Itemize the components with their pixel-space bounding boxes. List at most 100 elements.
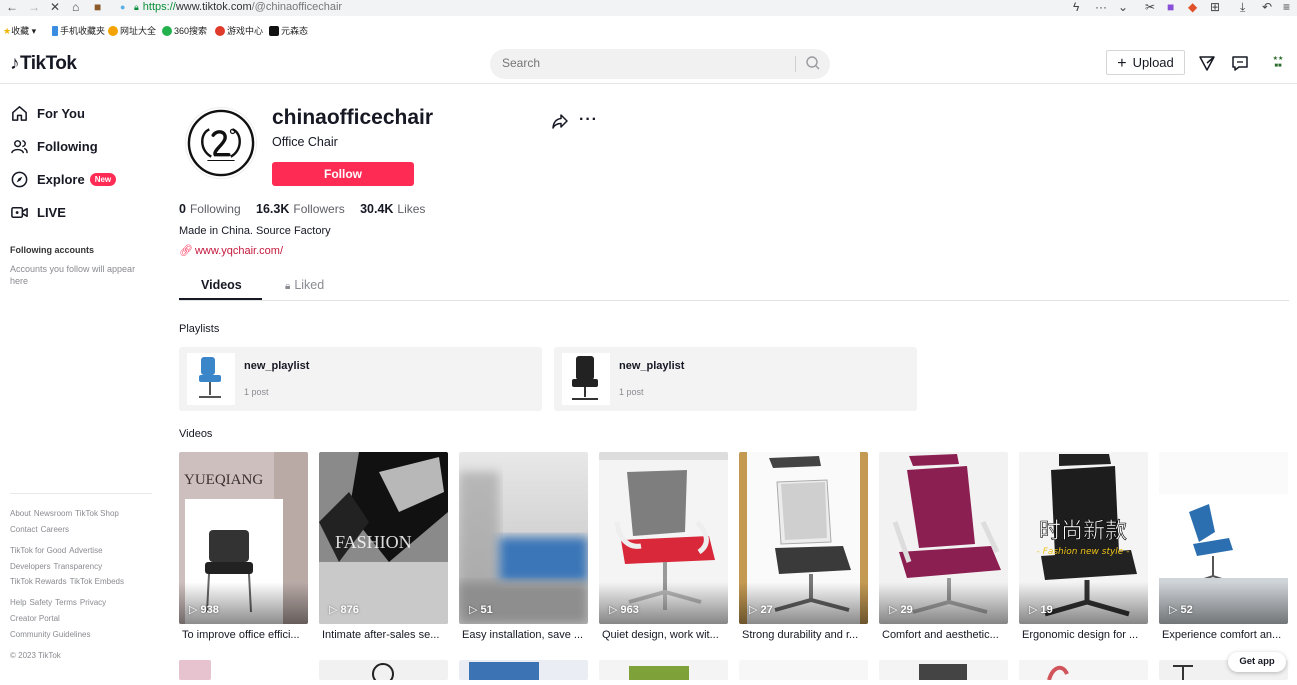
play-icon: ▷ (1169, 604, 1181, 616)
playlist-card[interactable]: new_playlist 1 post (554, 347, 917, 411)
sidebar-item-following[interactable]: Following (10, 135, 98, 157)
get-app-button[interactable]: Get app (1228, 652, 1286, 672)
footer-link-terms[interactable]: Terms (55, 598, 77, 607)
svg-text:YUEQIANG: YUEQIANG (184, 472, 263, 488)
upload-button[interactable]: + Upload (1106, 50, 1185, 75)
address-bar[interactable]: 🔒︎ https://www.tiktok.com/@chinaofficecha… (134, 0, 342, 14)
sidebar-item-live[interactable]: LIVE (10, 201, 66, 223)
playlist-card[interactable]: new_playlist 1 post (179, 347, 542, 411)
video-card-partial[interactable] (599, 660, 728, 680)
video-views: ▷ 51 (469, 603, 493, 616)
footer-link-tiktok-for-good[interactable]: TikTok for Good (10, 546, 66, 555)
video-card[interactable]: ▷ 51 (459, 452, 588, 624)
video-card[interactable]: YUEQIANG ▷ 938 (179, 452, 308, 624)
footer-link-tiktok-shop[interactable]: TikTok Shop (75, 509, 119, 518)
forward-icon[interactable]: → (28, 0, 40, 14)
video-caption[interactable]: Ergonomic design for ... (1022, 629, 1146, 641)
footer-link-privacy[interactable]: Privacy (80, 598, 106, 607)
video-card[interactable]: FASHION ▷ 876 (319, 452, 448, 624)
footer-link-developers[interactable]: Developers (10, 562, 50, 571)
tab-liked[interactable]: 🔒︎ Liked (285, 278, 324, 292)
footer-link-creator-portal[interactable]: Creator Portal (10, 614, 60, 623)
video-card-partial[interactable] (459, 660, 588, 680)
search-icon[interactable] (805, 55, 821, 71)
undo-icon[interactable]: ↶ (1262, 0, 1272, 14)
video-caption[interactable]: Easy installation, save ... (462, 629, 586, 641)
hamburger-icon[interactable]: ≡ (1283, 0, 1290, 14)
video-card-partial[interactable] (179, 660, 211, 680)
video-caption[interactable]: Intimate after-sales se... (322, 629, 446, 641)
footer-link-about[interactable]: About (10, 509, 31, 518)
messages-icon[interactable] (1231, 54, 1249, 72)
followers-stat-label[interactable]: Followers (293, 202, 344, 216)
stop-icon[interactable]: ✕ (50, 0, 60, 14)
following-stat-label[interactable]: Following (190, 202, 241, 216)
footer-link-transparency[interactable]: Transparency (53, 562, 102, 571)
video-card-partial[interactable] (1019, 660, 1148, 681)
playlist-thumbnail (562, 353, 610, 405)
video-card-partial[interactable] (879, 660, 1008, 680)
sidebar-item-for-you[interactable]: For You (10, 102, 85, 124)
profile-avatar[interactable]: ★★ ■■ (1267, 56, 1289, 70)
views-count: 963 (620, 604, 639, 616)
profile-bio: Made in China. Source Factory (179, 225, 331, 237)
bookmark-favorites[interactable]: ★收藏 ▾ (3, 24, 36, 37)
tiktok-small-icon (269, 26, 279, 36)
footer-row: About Newsroom TikTok Shop (10, 509, 122, 518)
playlist-name: new_playlist (244, 360, 310, 372)
video-thumbnail (459, 452, 588, 624)
scissors-icon[interactable]: ✂ (1145, 0, 1155, 14)
game-icon[interactable]: ◆ (1188, 0, 1197, 14)
footer-link-advertise[interactable]: Advertise (69, 546, 102, 555)
apps-icon[interactable]: ⊞ (1210, 0, 1220, 14)
search-input[interactable] (502, 56, 782, 70)
footer-link-tiktok-embeds[interactable]: TikTok Embeds (70, 577, 124, 586)
video-card[interactable]: 时尚新款 - Fashion new style - ▷ 19 (1019, 452, 1148, 624)
bookmark-mobile[interactable]: 手机收藏夹 (52, 24, 105, 37)
footer-link-careers[interactable]: Careers (41, 525, 69, 534)
video-thumbnail (599, 452, 728, 624)
profile-avatar-large[interactable] (185, 107, 257, 179)
bookmark-sites[interactable]: 网址大全 (108, 24, 156, 37)
footer-link-tiktok-rewards[interactable]: TikTok Rewards (10, 577, 67, 586)
bookmark-games[interactable]: 游戏中心 (215, 24, 263, 37)
footer-link-contact[interactable]: Contact (10, 525, 38, 534)
home-browser-icon[interactable]: ⌂ (72, 0, 79, 14)
footer-link-community-guidelines[interactable]: Community Guidelines (10, 630, 90, 639)
briefcase-icon[interactable]: ■ (94, 0, 101, 14)
video-card[interactable]: ▷ 52 (1159, 452, 1288, 624)
video-caption[interactable]: Quiet design, work wit... (602, 629, 726, 641)
footer-row: TikTok Rewards TikTok Embeds (10, 577, 127, 586)
share-icon[interactable] (551, 112, 569, 130)
lightning-icon[interactable]: ϟ (1073, 0, 1079, 14)
footer-link-safety[interactable]: Safety (29, 598, 52, 607)
sidebar-item-explore[interactable]: Explore New (10, 168, 117, 190)
menu-dots-icon[interactable]: ··· (1095, 0, 1107, 14)
follow-button[interactable]: Follow (272, 162, 414, 186)
video-card[interactable]: ▷ 27 (739, 452, 868, 624)
video-card[interactable]: ▷ 29 (879, 452, 1008, 624)
video-card-partial[interactable] (739, 660, 868, 680)
video-card[interactable]: ▷ 963 (599, 452, 728, 624)
bookmark-360search[interactable]: 360搜索 (162, 24, 207, 37)
more-options-icon[interactable]: ··· (579, 111, 598, 129)
video-card-partial[interactable] (319, 660, 448, 685)
url-path: /@chinaofficechair (251, 1, 343, 13)
site-info-icon[interactable]: ● (120, 0, 125, 14)
download-icon[interactable]: ⤓ (1240, 0, 1245, 14)
bookmark-yuansentai[interactable]: 元森态 (269, 24, 308, 37)
inbox-filter-icon[interactable] (1198, 54, 1216, 72)
video-caption[interactable]: Comfort and aesthetic... (882, 629, 1006, 641)
video-caption[interactable]: Strong durability and r... (742, 629, 866, 641)
back-icon[interactable]: ← (6, 0, 18, 14)
video-caption[interactable]: Experience comfort an... (1162, 629, 1286, 641)
extension-icon[interactable]: ■ (1167, 0, 1174, 14)
tiktok-logo[interactable]: ♪TikTok (10, 53, 77, 75)
dropdown-icon[interactable]: ⌄ (1118, 0, 1128, 14)
footer-link-newsroom[interactable]: Newsroom (34, 509, 72, 518)
footer-link-help[interactable]: Help (10, 598, 26, 607)
video-views: ▷ 938 (189, 603, 219, 616)
profile-link[interactable]: 🔗︎ www.yqchair.com/ (179, 244, 283, 257)
tab-videos[interactable]: Videos (201, 278, 242, 292)
video-caption[interactable]: To improve office effici... (182, 629, 306, 641)
